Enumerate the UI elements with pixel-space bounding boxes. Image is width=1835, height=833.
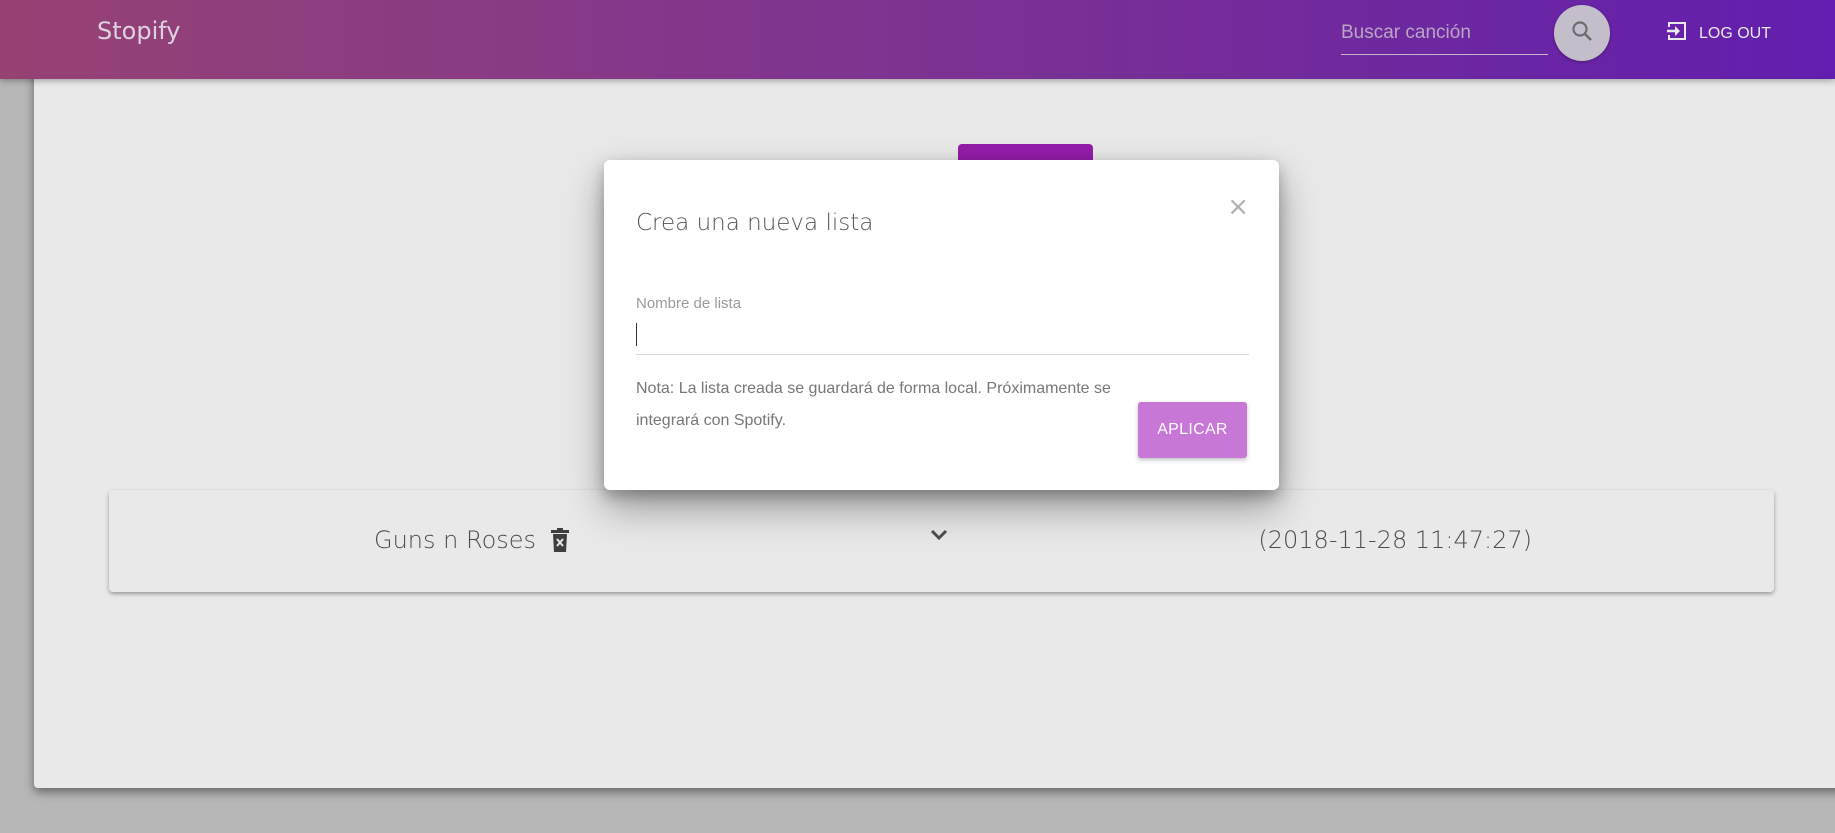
close-icon[interactable]: × [1227,194,1249,220]
apply-button[interactable]: APLICAR [1138,402,1247,458]
modal-title: Crea una nueva lista [636,210,874,236]
page: Guns n Roses (2018-11-28 11:47:27) Stopi… [0,0,1835,833]
new-list-modal: Crea una nueva lista × Nombre de lista N… [604,160,1279,490]
list-name-input[interactable] [636,320,1249,355]
modal-note: Nota: La lista creada se guardará de for… [636,380,1111,429]
text-caret [636,323,637,346]
list-name-label: Nombre de lista [636,295,742,312]
